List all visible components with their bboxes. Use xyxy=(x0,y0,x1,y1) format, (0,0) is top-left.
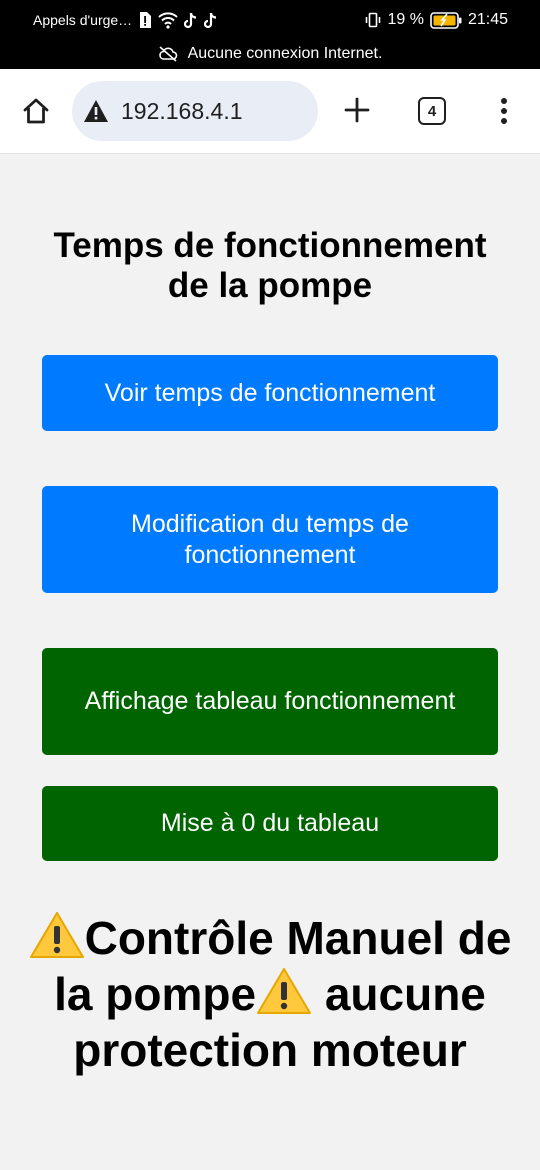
page-title: Temps de fonctionnement de la pompe xyxy=(53,226,487,305)
browser-toolbar: 192.168.4.1 4 xyxy=(0,69,540,154)
reset-table-button[interactable]: Mise à 0 du tableau xyxy=(42,786,498,861)
edit-runtime-button[interactable]: Modification du temps de fonctionnement xyxy=(42,486,498,593)
battery-percent: 19 % xyxy=(387,11,424,28)
status-bar: Appels d'urge… 19 % 21:45 Aucune connexi… xyxy=(0,0,540,69)
warning-icon[interactable] xyxy=(83,99,109,123)
clock: 21:45 xyxy=(467,11,508,28)
show-table-button[interactable]: Affichage tableau fonctionnement xyxy=(42,648,498,755)
view-runtime-label: Voir temps de fonctionnement xyxy=(104,378,436,407)
tiktok-icon xyxy=(204,12,218,29)
cloud-off-icon xyxy=(158,46,178,62)
url-text[interactable]: 192.168.4.1 xyxy=(121,98,243,125)
sim-alert-icon xyxy=(138,11,152,29)
show-table-label: Affichage tableau fonctionnement xyxy=(84,687,456,715)
home-button[interactable] xyxy=(19,94,53,128)
edit-runtime-label: Modification du temps de fonctionnement xyxy=(131,509,409,569)
tab-count: 4 xyxy=(427,102,437,120)
new-tab-button[interactable] xyxy=(341,94,373,126)
tiktok-icon xyxy=(184,12,198,29)
tab-switcher-button[interactable]: 4 xyxy=(418,97,446,125)
warning-emoji-icon xyxy=(257,968,312,1014)
vibrate-icon xyxy=(365,12,381,28)
plus-icon xyxy=(344,97,370,123)
connection-banner: Aucune connexion Internet. xyxy=(0,42,540,66)
connection-message: Aucune connexion Internet. xyxy=(187,45,383,62)
carrier-text: Appels d'urge… xyxy=(33,12,133,28)
more-vert-icon[interactable] xyxy=(496,95,512,127)
home-icon xyxy=(21,96,51,126)
address-bar[interactable]: 192.168.4.1 xyxy=(72,81,318,141)
reset-table-label: Mise à 0 du tableau xyxy=(160,809,380,837)
manual-control-heading: Contrôle Manuel de la pompe aucune prote… xyxy=(20,910,520,1078)
warning-emoji-icon xyxy=(29,912,84,958)
wifi-icon xyxy=(158,11,178,29)
battery-icon xyxy=(430,11,462,29)
view-runtime-button[interactable]: Voir temps de fonctionnement xyxy=(42,355,498,431)
